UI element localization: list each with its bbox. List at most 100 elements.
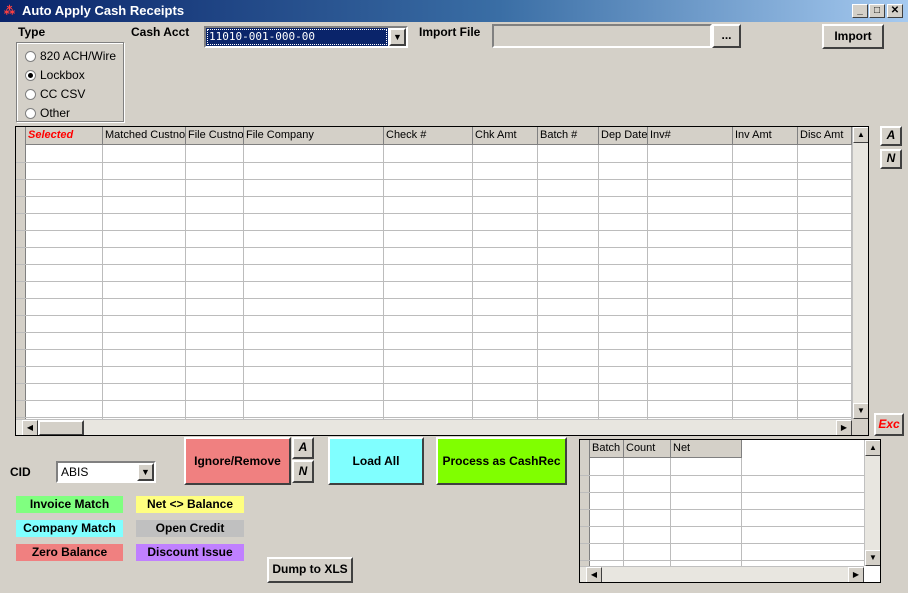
process-cashrec-button[interactable]: Process as CashRec [436, 437, 567, 485]
main-col-header[interactable]: File Company [244, 127, 384, 145]
main-col-divider [102, 145, 103, 419]
batch-table-row[interactable] [580, 560, 864, 561]
scroll-down-icon[interactable]: ▼ [865, 550, 880, 566]
import-file-field[interactable] [492, 24, 712, 48]
main-col-divider [472, 145, 473, 419]
main-table-row[interactable] [16, 315, 852, 316]
close-button[interactable]: ✕ [887, 4, 903, 18]
main-col-divider [537, 145, 538, 419]
legend-zero-balance: Zero Balance [16, 544, 123, 561]
scroll-left-icon[interactable]: ◀ [586, 567, 602, 582]
cid-combo[interactable]: ABIS ▼ [56, 461, 156, 483]
main-col-divider [797, 145, 798, 419]
main-table-row[interactable] [16, 366, 852, 367]
main-col-header[interactable]: File Custno [186, 127, 244, 145]
load-all-button[interactable]: Load All [328, 437, 424, 485]
main-col-header[interactable]: Selected [26, 127, 103, 145]
browse-button[interactable]: ... [712, 24, 741, 48]
scroll-thumb[interactable] [38, 420, 84, 435]
radio-820-ach-wire[interactable]: 820 ACH/Wire [25, 48, 116, 64]
app-icon[interactable]: ⁂ [4, 4, 20, 18]
main-col-divider [185, 145, 186, 419]
radio-820-dot[interactable] [25, 50, 36, 62]
main-table-row[interactable] [16, 213, 852, 214]
batch-table-row[interactable] [580, 475, 864, 476]
main-table-row[interactable] [16, 162, 852, 163]
batch-col-header[interactable]: Batch [590, 440, 624, 458]
main-col-divider [243, 145, 244, 419]
select-all-button[interactable]: A [880, 126, 902, 146]
cid-label: CID [10, 465, 31, 479]
cash-acct-combo[interactable]: 11010-001-000-00 ▼ [204, 26, 408, 48]
radio-820-label: 820 ACH/Wire [40, 49, 117, 63]
main-col-header[interactable]: Inv# [648, 127, 733, 145]
radio-lockbox-label: Lockbox [40, 68, 85, 82]
main-table-row[interactable] [16, 281, 852, 282]
batch-table-row[interactable] [580, 543, 864, 544]
cash-acct-value[interactable]: 11010-001-000-00 [206, 28, 388, 46]
import-file-label: Import File [419, 25, 481, 39]
scroll-right-icon[interactable]: ▶ [848, 567, 864, 582]
batch-horizontal-scrollbar[interactable]: ◀ ▶ [580, 566, 864, 582]
maximize-button[interactable]: □ [869, 4, 885, 18]
scroll-down-icon[interactable]: ▼ [853, 403, 868, 419]
radio-lockbox[interactable]: Lockbox [25, 67, 85, 83]
main-table-row[interactable] [16, 196, 852, 197]
main-table-row[interactable] [16, 400, 852, 401]
radio-other[interactable]: Other [25, 105, 70, 121]
main-table-row[interactable] [16, 230, 852, 231]
main-table-row[interactable] [16, 264, 852, 265]
main-table-row[interactable] [16, 349, 852, 350]
batch-grid[interactable]: Batch Count Net ▲ ▼ ◀ ▶ [579, 439, 881, 583]
legend-net-balance: Net <> Balance [136, 496, 244, 513]
grid-vertical-scrollbar[interactable]: ▲ ▼ [852, 127, 868, 419]
select-none-button[interactable]: N [880, 149, 902, 169]
main-col-divider [383, 145, 384, 419]
main-col-header[interactable]: Matched Custno [103, 127, 186, 145]
title-bar: ⁂ Auto Apply Cash Receipts _ □ ✕ [0, 0, 908, 22]
exceptions-button[interactable]: Exc [874, 413, 904, 436]
main-col-header[interactable]: Chk Amt [473, 127, 538, 145]
main-col-header[interactable]: Disc Amt [798, 127, 852, 145]
legend-discount-issue: Discount Issue [136, 544, 244, 561]
radio-cc-csv-dot[interactable] [25, 88, 36, 100]
chevron-down-icon[interactable]: ▼ [137, 463, 154, 481]
main-table-row[interactable] [16, 417, 852, 418]
dump-to-xls-button[interactable]: Dump to XLS [267, 557, 353, 583]
batch-col-header[interactable]: Net [671, 440, 742, 458]
batch-table-row[interactable] [580, 492, 864, 493]
batch-col-header[interactable]: Count [624, 440, 671, 458]
batch-vertical-scrollbar[interactable]: ▲ ▼ [864, 440, 880, 566]
grid-horizontal-scrollbar[interactable]: ◀ ▶ [16, 419, 852, 435]
batch-table-row[interactable] [580, 526, 864, 527]
ignore-select-none-button[interactable]: N [292, 460, 314, 483]
main-col-divider [647, 145, 648, 419]
scroll-up-icon[interactable]: ▲ [853, 127, 868, 143]
main-table-row[interactable] [16, 383, 852, 384]
receipts-grid[interactable]: Selected Matched Custno File Custno File Co… [15, 126, 869, 436]
main-col-header[interactable]: Check # [384, 127, 473, 145]
main-table-row[interactable] [16, 332, 852, 333]
import-button[interactable]: Import [822, 24, 884, 49]
cid-value[interactable]: ABIS [58, 463, 136, 481]
scroll-right-icon[interactable]: ▶ [836, 420, 852, 435]
scroll-up-icon[interactable]: ▲ [865, 440, 880, 456]
main-col-header[interactable]: Dep Date [599, 127, 648, 145]
main-table-row[interactable] [16, 179, 852, 180]
main-table-row[interactable] [16, 298, 852, 299]
type-label: Type [18, 25, 46, 39]
ignore-select-all-button[interactable]: A [292, 437, 314, 459]
radio-other-dot[interactable] [25, 107, 36, 119]
minimize-button[interactable]: _ [852, 4, 868, 18]
radio-cc-csv-label: CC CSV [40, 87, 86, 101]
ignore-remove-button[interactable]: Ignore/Remove [184, 437, 291, 485]
radio-lockbox-dot[interactable] [25, 69, 36, 81]
main-col-header[interactable]: Batch # [538, 127, 599, 145]
main-table-row[interactable] [16, 247, 852, 248]
legend-company-match: Company Match [16, 520, 123, 537]
scroll-left-icon[interactable]: ◀ [22, 420, 38, 435]
radio-cc-csv[interactable]: CC CSV [25, 86, 85, 102]
main-col-header[interactable]: Inv Amt [733, 127, 798, 145]
batch-table-row[interactable] [580, 509, 864, 510]
chevron-down-icon[interactable]: ▼ [389, 28, 406, 46]
